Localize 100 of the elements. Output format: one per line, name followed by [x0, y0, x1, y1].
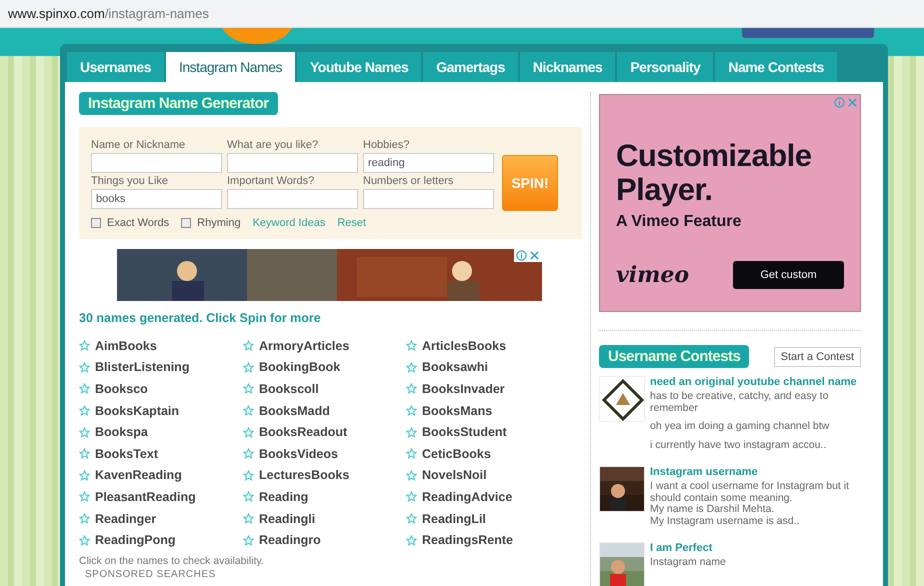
star-icon[interactable] — [79, 470, 90, 481]
name-link[interactable]: BooksMadd — [259, 404, 330, 418]
name-link[interactable]: Booksco — [95, 382, 148, 396]
star-icon[interactable] — [406, 534, 417, 546]
name-link[interactable]: BooksInvader — [422, 382, 505, 396]
name-link[interactable]: Bookspa — [95, 425, 148, 440]
info-icon[interactable] — [516, 250, 527, 261]
contest-text: i currently have two instagram accou.. — [650, 440, 828, 452]
name-link[interactable]: LecturesBooks — [259, 468, 350, 482]
star-icon[interactable] — [243, 491, 254, 502]
ad-headline: Customizable Player. — [616, 139, 813, 207]
name-link[interactable]: BooksVideos — [259, 446, 338, 461]
star-icon[interactable] — [79, 340, 90, 352]
name-link[interactable]: Reading — [259, 490, 308, 504]
name-link[interactable]: BlisterListening — [95, 360, 190, 374]
star-icon[interactable] — [243, 340, 254, 352]
input-field[interactable] — [91, 153, 222, 173]
field-label: Name or Nickname — [91, 139, 186, 151]
name-link[interactable]: NovelsNoil — [422, 468, 487, 482]
star-icon[interactable] — [243, 426, 254, 438]
checkbox[interactable] — [181, 218, 192, 228]
name-link[interactable]: BooksMans — [422, 404, 492, 418]
contest-text: has to be creative, catchy, and easy to remember — [650, 391, 830, 414]
nav-tab[interactable]: Instagram Names — [166, 52, 295, 82]
star-icon[interactable] — [406, 448, 417, 460]
field-label: What are you like? — [227, 139, 320, 151]
contest-text: oh yea im doing a gaming channel btw — [650, 421, 830, 433]
star-icon[interactable] — [243, 513, 254, 524]
name-link[interactable]: Readinger — [95, 512, 156, 526]
name-link[interactable]: BooksKaptain — [95, 404, 180, 418]
section-title: Username Contests — [599, 345, 750, 368]
input-field[interactable] — [227, 189, 358, 209]
name-link[interactable]: KavenReading — [95, 468, 182, 482]
name-link[interactable]: Readingli — [259, 512, 316, 526]
star-icon[interactable] — [406, 470, 417, 481]
input-field[interactable] — [363, 189, 494, 209]
name-link[interactable]: BooksReadout — [259, 425, 348, 440]
star-icon[interactable] — [406, 405, 417, 416]
get-custom-button[interactable]: Get custom — [733, 261, 844, 289]
star-icon[interactable] — [406, 513, 417, 524]
name-link[interactable]: ReadingLil — [422, 512, 486, 526]
name-link[interactable]: Bookscoll — [259, 382, 319, 396]
info-icon[interactable] — [834, 97, 845, 108]
star-icon[interactable] — [79, 448, 90, 460]
input-field[interactable]: reading — [363, 153, 494, 173]
star-icon[interactable] — [243, 470, 254, 481]
close-icon[interactable] — [529, 250, 540, 261]
star-icon[interactable] — [79, 491, 90, 502]
star-icon[interactable] — [406, 426, 417, 438]
brand-logo: vimeo — [616, 262, 690, 288]
star-icon[interactable] — [79, 383, 90, 394]
contest-text: Instagram name — [650, 557, 727, 569]
field-label: Things you Like — [91, 175, 170, 187]
name-link[interactable]: CeticBooks — [422, 446, 491, 461]
star-icon[interactable] — [406, 340, 417, 352]
name-link[interactable]: ReadingAdvice — [422, 490, 512, 504]
url-text[interactable]: www.spinxo.com/instagram-names — [8, 6, 209, 21]
logo-drawing — [222, 28, 292, 44]
results-summary: 30 names generated. Click Spin for more — [79, 311, 322, 325]
checkbox-label: Exact Words — [107, 217, 170, 229]
input-field[interactable]: books — [91, 189, 222, 209]
star-icon[interactable] — [406, 491, 417, 502]
field-label: Numbers or letters — [363, 175, 454, 187]
star-icon[interactable] — [79, 426, 90, 438]
name-link[interactable]: AimBooks — [95, 338, 157, 353]
checkbox[interactable] — [91, 218, 101, 228]
name-link[interactable]: ReadingsRente — [422, 533, 513, 548]
star-icon[interactable] — [79, 362, 90, 373]
name-link[interactable]: PleasantReading — [95, 490, 196, 504]
name-link[interactable]: Booksawhi — [422, 360, 488, 374]
name-link[interactable]: ReadingPong — [95, 533, 176, 548]
star-icon[interactable] — [79, 513, 90, 524]
name-link[interactable]: BookingBook — [259, 360, 340, 374]
star-icon[interactable] — [406, 383, 417, 394]
star-icon[interactable] — [243, 383, 254, 394]
star-icon[interactable] — [243, 362, 254, 373]
name-link[interactable]: Readingro — [259, 533, 321, 548]
hint-text: Click on the names to check availability. — [79, 554, 265, 567]
star-icon[interactable] — [243, 405, 254, 416]
star-icon[interactable] — [243, 534, 254, 546]
ad-panel[interactable]: Customizable Player. A Vimeo Feature vimeo Get custom — [599, 94, 861, 312]
field-label: Important Words? — [227, 175, 316, 187]
section-title: Instagram Name Generator — [79, 92, 278, 115]
sponsored-heading: SPONSORED SEARCHES — [85, 568, 217, 580]
field-label: Hobbies? — [363, 139, 410, 151]
checkbox-label: Rhyming — [197, 217, 241, 229]
ad-subheading: A Vimeo Feature — [616, 213, 742, 231]
input-field[interactable] — [227, 153, 358, 173]
name-link[interactable]: BooksText — [95, 446, 158, 461]
star-icon[interactable] — [406, 362, 417, 373]
name-link[interactable]: BooksStudent — [422, 425, 507, 440]
star-icon[interactable] — [243, 448, 254, 460]
name-link[interactable]: ArmoryArticles — [259, 338, 350, 353]
name-link[interactable]: ArticlesBooks — [422, 338, 506, 353]
star-icon[interactable] — [79, 534, 90, 546]
star-icon[interactable] — [79, 405, 90, 416]
warning-sign-icon — [600, 377, 644, 421]
contest-text: I want a cool username for Instagram but it should contain some meaning. My name is Darshil Mehta. My Instagram username is asd.. — [650, 481, 850, 528]
start-contest-button[interactable]: Start a Contest — [774, 346, 861, 366]
close-icon[interactable] — [847, 97, 858, 108]
